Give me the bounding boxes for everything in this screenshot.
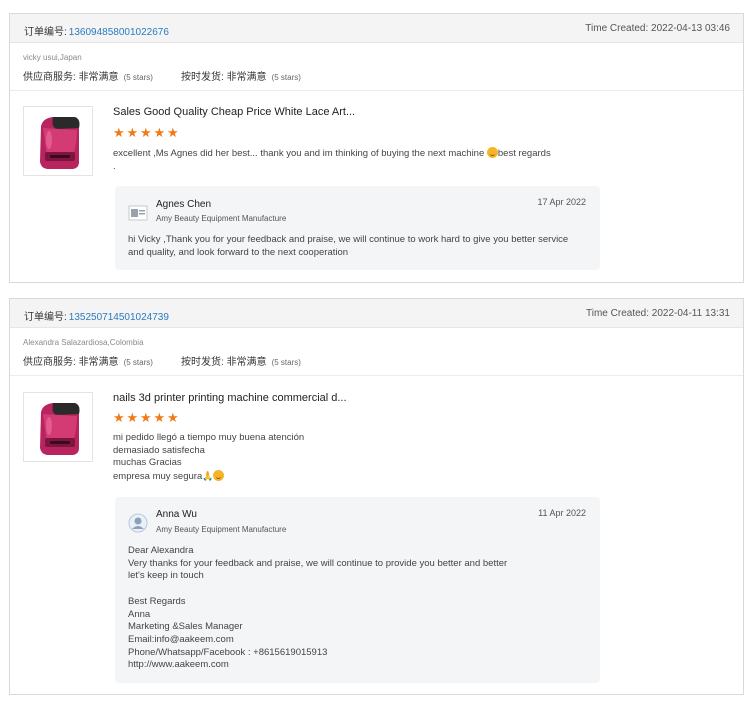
reply-text: hi Vicky ,Thank you for your feedback an… [128,234,569,258]
product-title-link[interactable]: Sales Good Quality Cheap Price White Lac… [113,106,355,118]
order-number-label: 订单编号: 135250714501024739 [24,312,169,323]
supplier-service-rating: 供应商服务: 非常满意 (5 stars) [23,357,153,368]
star-icon: ★ [126,125,139,140]
buyer-name: vicky usui,Japan [23,53,82,62]
seller-avatar [128,513,148,533]
review-stars: ★ ★ ★ ★ ★ [113,410,181,425]
time-created: Time Created: 2022-04-13 03:46 [585,23,730,34]
order-number-link[interactable]: 136094858001022676 [69,27,169,38]
nail-printer-image [40,117,80,169]
star-icon: ★ [167,410,179,425]
star-icon: ★ [113,410,125,425]
order-card: 订单编号: 135250714501024739 Time Created: 20… [9,298,744,695]
seller-reply: Anna Wu Amy Beauty Equipment Manufacture… [115,497,600,683]
smiling-face-emoji-icon [213,469,225,481]
on-time-delivery-rating: 按时发货: 非常满意 (5 stars) [181,72,301,83]
star-icon: ★ [113,125,125,140]
reply-date: 11 Apr 2022 [538,508,586,518]
star-icon: ★ [167,125,179,140]
star-icon: ★ [153,125,166,140]
review-text: excellent ,Ms Agnes did her best... than… [113,147,551,172]
seller-avatar [128,205,148,221]
star-icon: ★ [126,410,139,425]
reply-date: 17 Apr 2022 [537,197,586,207]
star-icon: ★ [140,125,152,140]
reply-company: Amy Beauty Equipment Manufacture [156,525,287,534]
supplier-service-rating: 供应商服务: 非常满意 (5 stars) [23,72,153,83]
review-stars: ★ ★ ★ ★ ★ [113,125,181,140]
reply-company: Amy Beauty Equipment Manufacture [156,214,287,223]
order-header: 订单编号: 136094858001022676 Time Created: 20… [10,14,743,43]
folded-hands-emoji-icon: 🙏 [202,470,214,481]
buyer-block: vicky usui,Japan 供应商服务: 非常满意 (5 stars) 按时… [10,43,743,91]
smiling-face-emoji-icon [486,147,498,158]
nail-printer-image [40,403,80,455]
seller-reply: Agnes Chen Amy Beauty Equipment Manufact… [115,186,600,270]
on-time-delivery-rating: 按时发货: 非常满意 (5 stars) [181,357,301,368]
order-number-link[interactable]: 135250714501024739 [69,312,169,323]
product-title-link[interactable]: nails 3d printer printing machine commer… [113,392,347,404]
order-header: 订单编号: 135250714501024739 Time Created: 20… [10,299,743,328]
order-card: 订单编号: 136094858001022676 Time Created: 20… [9,13,744,283]
buyer-block: Alexandra Salazardiosa,Colombia 供应商服务: 非… [10,328,743,376]
star-icon: ★ [153,410,166,425]
time-created: Time Created: 2022-04-11 13:31 [586,308,730,319]
reply-text: Dear Alexandra Very thanks for your feed… [128,545,508,671]
buyer-name: Alexandra Salazardiosa,Colombia [23,338,144,347]
review-text: mi pedido llegó a tiempo muy buena atenc… [113,432,305,482]
reply-author-name: Anna Wu [156,509,197,520]
order-number-label: 订单编号: 136094858001022676 [24,27,169,38]
product-thumbnail[interactable] [23,392,93,462]
product-thumbnail[interactable] [23,106,93,176]
reply-author-name: Agnes Chen [156,199,212,210]
star-icon: ★ [140,410,152,425]
